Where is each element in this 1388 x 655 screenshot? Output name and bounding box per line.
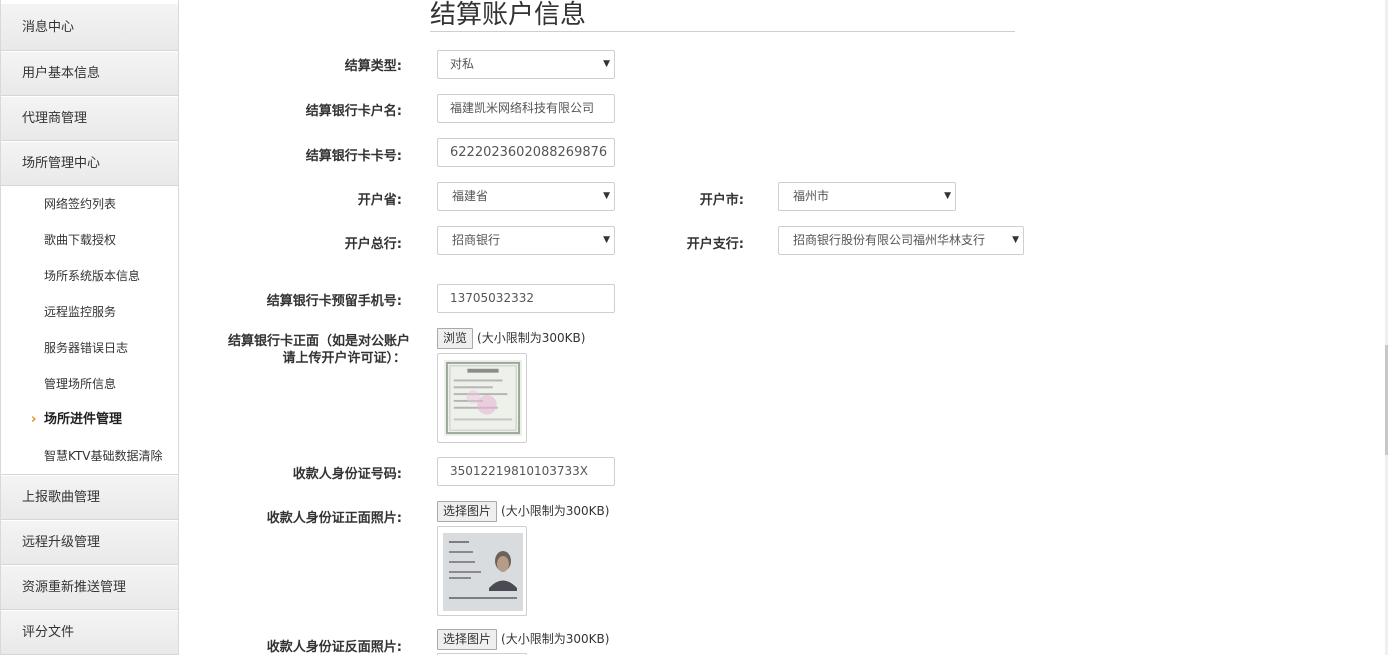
card-front-upload: 浏览 (大小限制为300KB): [437, 328, 585, 349]
card-front-thumbnail[interactable]: [437, 353, 527, 443]
id-card-image-icon: [443, 533, 523, 611]
account-name-label: 结算银行卡户名:: [305, 104, 402, 119]
sub-item-server-error-log[interactable]: 服务器错误日志: [1, 330, 178, 366]
bank-select[interactable]: 招商银行 ▼: [437, 226, 615, 255]
id-front-thumbnail[interactable]: [437, 526, 527, 616]
nav-message-center[interactable]: 消息中心: [1, 3, 178, 51]
page-title: 结算账户信息: [430, 0, 1015, 32]
chevron-down-icon: ▼: [603, 59, 610, 69]
id-front-choose-button[interactable]: 选择图片: [437, 501, 498, 522]
city-select[interactable]: 福州市 ▼: [778, 182, 956, 211]
sub-item-manage-venue-info[interactable]: 管理场所信息: [1, 366, 178, 402]
chevron-down-icon: ▼: [944, 191, 951, 201]
id-back-choose-button[interactable]: 选择图片: [437, 629, 498, 650]
province-label: 开户省:: [357, 193, 402, 208]
sub-item-remote-monitoring[interactable]: 远程监控服务: [1, 294, 178, 330]
card-front-label: 结算银行卡正面（如是对公账户 请上传开户许可证）：: [205, 333, 410, 367]
card-front-label-line1: 结算银行卡正面（如是对公账户: [227, 334, 410, 349]
venue-submenu: 网络签约列表 歌曲下载授权 场所系统版本信息 远程监控服务 服务器错误日志 管理…: [1, 186, 178, 475]
sub-item-song-download-auth[interactable]: 歌曲下载授权: [1, 222, 178, 258]
card-front-browse-button[interactable]: 浏览: [437, 328, 474, 349]
id-front-upload: 选择图片 (大小限制为300KB): [437, 501, 609, 522]
province-select[interactable]: 福建省 ▼: [437, 182, 615, 211]
branch-value: 招商银行股份有限公司福州华林支行: [793, 233, 986, 247]
id-number-input[interactable]: 35012219810103733X: [437, 457, 615, 486]
phone-label: 结算银行卡预留手机号:: [266, 294, 402, 309]
nav-resource-repush[interactable]: 资源重新推送管理: [1, 565, 178, 610]
card-number-label: 结算银行卡卡号:: [305, 149, 402, 164]
card-number-input[interactable]: 6222023602088269876: [437, 138, 615, 167]
nav-scoring-files[interactable]: 评分文件: [1, 610, 178, 655]
province-value: 福建省: [452, 189, 489, 203]
bank-value: 招商银行: [452, 233, 501, 247]
settle-type-label: 结算类型:: [344, 59, 402, 74]
phone-input[interactable]: 13705032332: [437, 284, 615, 313]
license-image-icon: [444, 360, 522, 436]
settle-type-select[interactable]: 对私 ▼: [437, 50, 615, 79]
chevron-down-icon: ▼: [1012, 235, 1019, 245]
id-number-label: 收款人身份证号码:: [292, 467, 402, 482]
chevron-down-icon: ▼: [603, 191, 610, 201]
nav-venue-management-center[interactable]: 场所管理中心: [1, 141, 178, 186]
sub-item-system-version[interactable]: 场所系统版本信息: [1, 258, 178, 294]
card-front-label-line2: 请上传开户许可证）：: [282, 351, 406, 366]
id-front-label: 收款人身份证正面照片:: [266, 511, 402, 526]
nav-agent-management[interactable]: 代理商管理: [1, 96, 178, 141]
settle-type-value: 对私: [450, 57, 475, 71]
account-name-input[interactable]: 福建凯米网络科技有限公司: [437, 94, 615, 123]
city-label: 开户市:: [699, 193, 744, 208]
chevron-down-icon: ▼: [603, 235, 610, 245]
id-back-label: 收款人身份证反面照片:: [266, 640, 402, 655]
sub-item-label: 场所进件管理: [44, 412, 123, 427]
card-front-hint: (大小限制为300KB): [477, 331, 586, 345]
sidebar: 消息中心 用户基本信息 代理商管理 场所管理中心 网络签约列表 歌曲下载授权 场…: [0, 0, 179, 655]
city-value: 福州市: [793, 189, 830, 203]
nav-remote-upgrade[interactable]: 远程升级管理: [1, 520, 178, 565]
sub-item-venue-onboarding[interactable]: › 场所进件管理: [1, 402, 178, 438]
branch-select[interactable]: 招商银行股份有限公司福州华林支行 ▼: [778, 226, 1024, 255]
sub-item-ktv-data-clear[interactable]: 智慧KTV基础数据清除: [1, 438, 178, 474]
id-back-hint: (大小限制为300KB): [501, 632, 610, 646]
nav-song-report[interactable]: 上报歌曲管理: [1, 475, 178, 520]
nav-user-info[interactable]: 用户基本信息: [1, 51, 178, 96]
bank-label: 开户总行:: [344, 237, 402, 252]
id-front-hint: (大小限制为300KB): [501, 504, 610, 518]
chevron-right-icon: ›: [31, 412, 37, 427]
id-back-upload: 选择图片 (大小限制为300KB): [437, 629, 609, 650]
branch-label: 开户支行:: [686, 237, 744, 252]
sub-item-network-contracts[interactable]: 网络签约列表: [1, 186, 178, 222]
